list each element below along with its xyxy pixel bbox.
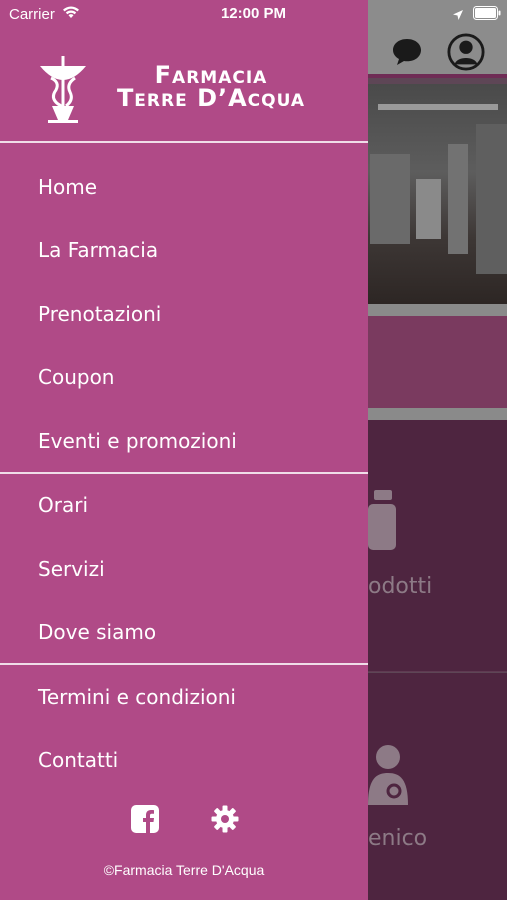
app-header-border (368, 74, 507, 78)
menu-item-dove-siamo[interactable]: Dove siamo (0, 602, 368, 662)
pharmacy-logo-icon (38, 54, 88, 124)
user-profile-icon[interactable] (447, 33, 485, 71)
location-arrow-icon (452, 7, 464, 25)
menu-item-coupon[interactable]: Coupon (0, 347, 368, 407)
products-tile-label: odotti (368, 574, 433, 599)
menu-item-home[interactable]: Home (0, 157, 368, 217)
menu-item-servizi[interactable]: Servizi (0, 539, 368, 599)
separator-strip (368, 304, 507, 316)
pharmacy-logo-text: Farmacia Terre D’Acqua (100, 63, 322, 112)
menu-item-eventi-promozioni[interactable]: Eventi e promozioni (0, 411, 368, 471)
menu-divider (0, 472, 368, 474)
chat-icon[interactable] (388, 33, 426, 71)
side-drawer: Farmacia Terre D’Acqua Home La Farmacia … (0, 0, 368, 900)
menu-item-la-farmacia[interactable]: La Farmacia (0, 220, 368, 280)
logo-line-2: Terre D’Acqua (116, 84, 306, 112)
drawer-header: Farmacia Terre D’Acqua (0, 28, 368, 142)
menu-divider (0, 141, 368, 143)
menu-item-prenotazioni[interactable]: Prenotazioni (0, 284, 368, 344)
menu-item-termini-condizioni[interactable]: Termini e condizioni (0, 667, 368, 727)
menu-item-orari[interactable]: Orari (0, 475, 368, 535)
menu-divider (0, 663, 368, 665)
clock: 12:00 PM (220, 5, 287, 22)
pharmacy-photo (368, 84, 507, 304)
generic-tile[interactable]: enico (368, 673, 507, 900)
products-tile[interactable]: odotti (368, 420, 507, 672)
facebook-icon[interactable] (130, 804, 160, 834)
generic-tile-label: enico (368, 826, 428, 851)
bottle-icon (368, 490, 398, 556)
footer-copyright: ©Farmacia Terre D'Acqua (103, 862, 265, 878)
banner-band (368, 316, 507, 408)
pharmacist-icon (368, 743, 410, 811)
menu-item-contatti[interactable]: Contatti (0, 730, 368, 790)
battery-icon (473, 6, 501, 24)
separator-strip (368, 408, 507, 420)
status-bar: Carrier 12:00 PM (0, 0, 507, 28)
settings-gear-icon[interactable] (210, 804, 240, 834)
